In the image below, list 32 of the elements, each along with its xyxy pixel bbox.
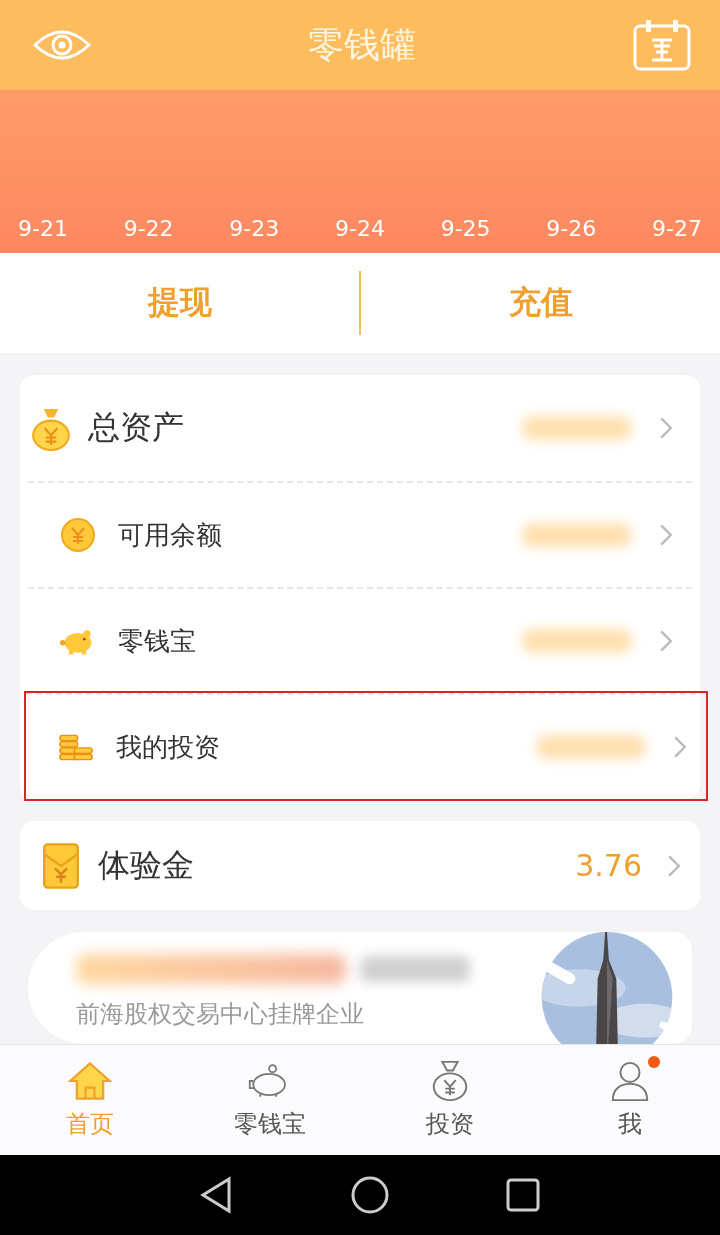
envelope-icon [40, 841, 82, 890]
house-icon [68, 1060, 112, 1102]
date-label: 9-21 [18, 216, 68, 241]
asset-row[interactable]: 可用余额 [28, 481, 692, 587]
chevron-right-icon [660, 524, 672, 546]
trial-label: 体验金 [98, 844, 194, 886]
asset-row[interactable]: 我的投资 [26, 693, 706, 799]
nav-tab[interactable]: 零钱宝 [180, 1045, 360, 1155]
coin-icon [60, 517, 96, 553]
asset-label: 我的投资 [116, 730, 220, 764]
date-label: 9-24 [335, 216, 385, 241]
asset-label: 总资产 [88, 407, 184, 448]
date-label: 9-22 [123, 216, 174, 241]
chevron-right-icon [660, 417, 672, 439]
asset-row[interactable]: 总资产 [20, 375, 700, 481]
trial-amount: 3.76 [575, 848, 642, 883]
date-label: 9-23 [229, 216, 280, 241]
page-title: 零钱罐 [308, 22, 416, 67]
chevron-right-icon [668, 854, 680, 877]
date-label: 9-26 [546, 216, 597, 241]
chevron-right-icon [660, 630, 672, 652]
banner-subtitle: 前海股权交易中心挂牌企业 [76, 999, 365, 1030]
asset-row[interactable]: 零钱宝 [28, 587, 692, 693]
date-label: 9-27 [652, 216, 702, 241]
nav-tab[interactable]: 我 [540, 1045, 720, 1155]
nav-tab[interactable]: 投资 [360, 1045, 540, 1155]
home-icon[interactable] [350, 1175, 390, 1215]
date-label: 9-25 [440, 216, 491, 241]
trial-card[interactable]: 体验金 3.76 [20, 821, 700, 910]
asset-label: 零钱宝 [118, 624, 196, 658]
chevron-right-icon [674, 736, 686, 758]
asset-label: 可用余额 [118, 518, 222, 552]
